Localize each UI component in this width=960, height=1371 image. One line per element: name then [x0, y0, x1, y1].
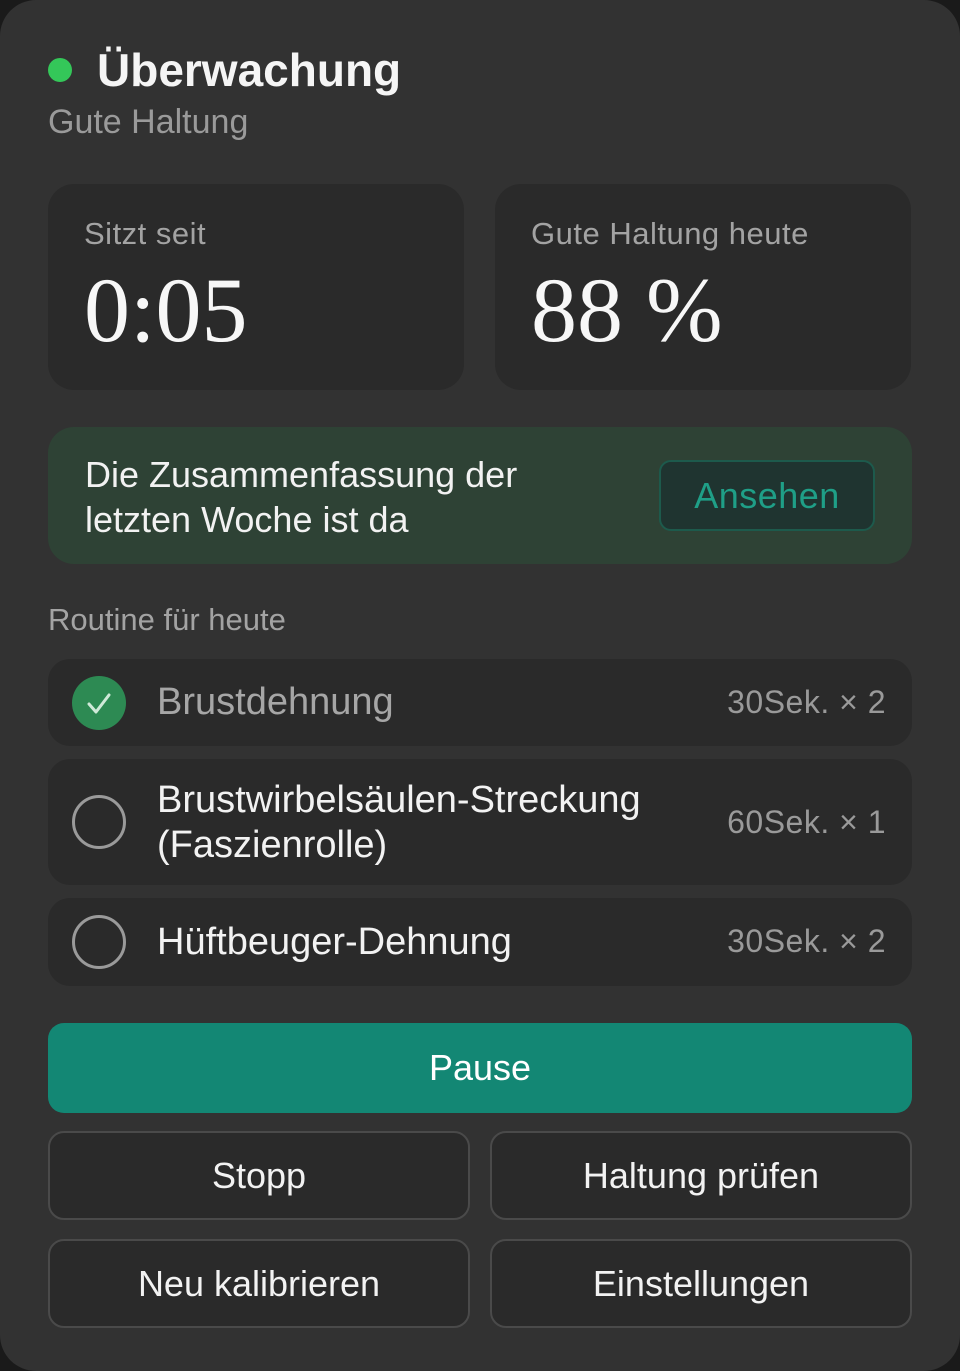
sitting-time-value: 0:05: [84, 259, 248, 361]
routine-item-name: Hüftbeuger-Dehnung: [157, 921, 512, 963]
routine-item-hip-flexor-stretch[interactable]: Hüftbeuger-Dehnung 30Sek. × 2: [48, 898, 912, 986]
routine-item-duration: 30Sek. × 2: [727, 684, 886, 720]
settings-button[interactable]: Einstellungen: [490, 1239, 912, 1328]
good-posture-card: Gute Haltung heute 88 %: [495, 184, 911, 390]
routine-item-name-line1: Brustwirbelsäulen-Streckung: [157, 779, 641, 821]
header: Überwachung: [48, 40, 401, 100]
page-title: Überwachung: [97, 44, 402, 96]
checked-circle-icon[interactable]: [72, 676, 126, 730]
sitting-time-label: Sitzt seit: [84, 216, 207, 251]
routine-item-name: Brustdehnung: [157, 681, 394, 723]
good-posture-label: Gute Haltung heute: [531, 216, 809, 251]
unchecked-circle-icon[interactable]: [72, 795, 126, 849]
weekly-summary-banner: Die Zusammenfassung der letzten Woche is…: [48, 427, 912, 564]
check-posture-button[interactable]: Haltung prüfen: [490, 1131, 912, 1220]
routine-item-chest-stretch[interactable]: Brustdehnung 30Sek. × 2: [48, 659, 912, 746]
good-posture-value: 88 %: [531, 259, 723, 361]
routine-item-duration: 60Sek. × 1: [727, 804, 886, 840]
routine-item-duration: 30Sek. × 2: [727, 923, 886, 959]
weekly-summary-text-line1: Die Zusammenfassung der: [85, 454, 518, 495]
pause-button[interactable]: Pause: [48, 1023, 912, 1113]
stop-button[interactable]: Stopp: [48, 1131, 470, 1220]
posture-status-text: Gute Haltung: [48, 103, 249, 141]
routine-item-name-line2: (Faszienrolle): [157, 824, 388, 866]
weekly-summary-text: Die Zusammenfassung der letzten Woche is…: [85, 452, 625, 542]
monitoring-panel: Überwachung Gute Haltung Sitzt seit 0:05…: [0, 0, 960, 1371]
status-indicator-dot: [48, 58, 72, 82]
view-summary-button[interactable]: Ansehen: [659, 460, 875, 531]
weekly-summary-text-line2: letzten Woche ist da: [85, 499, 409, 540]
routine-item-name: Brustwirbelsäulen-Streckung (Faszienroll…: [157, 778, 697, 868]
unchecked-circle-icon[interactable]: [72, 915, 126, 969]
routine-heading: Routine für heute: [48, 602, 286, 637]
routine-item-thoracic-extension[interactable]: Brustwirbelsäulen-Streckung (Faszienroll…: [48, 759, 912, 885]
sitting-time-card: Sitzt seit 0:05: [48, 184, 464, 390]
recalibrate-button[interactable]: Neu kalibrieren: [48, 1239, 470, 1328]
